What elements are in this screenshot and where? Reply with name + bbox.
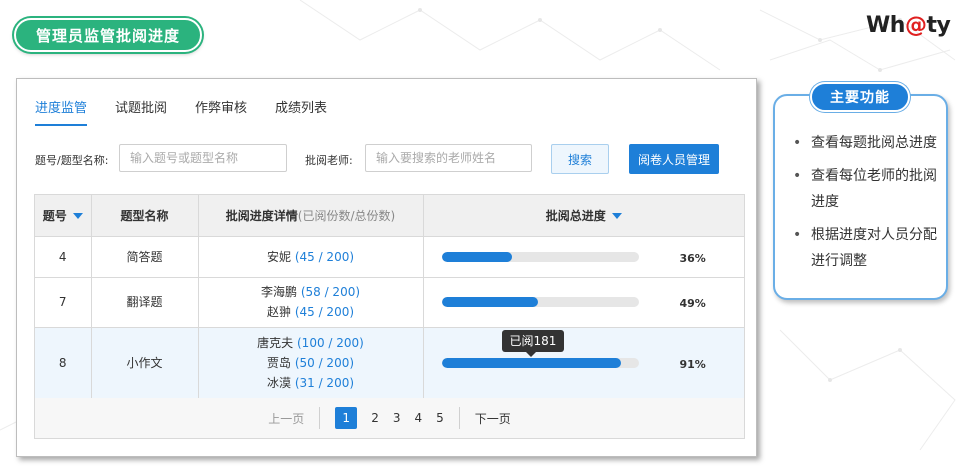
teacher-name: 冰漠 <box>266 375 291 390</box>
total-progress-cell: 49% <box>423 277 744 328</box>
sort-caret-icon[interactable] <box>611 213 622 220</box>
page-title: 管理员监管批阅进度 <box>14 18 202 52</box>
table-row: 7 翻译题 李海鹏 (58 / 200) 赵翀 (45 / 200) 49% <box>35 277 744 328</box>
progress-percent: 91% <box>679 357 706 371</box>
progress-bar <box>441 297 639 307</box>
teacher-line: 赵翀 (45 / 200) <box>199 302 423 322</box>
total-progress-cell: 36% <box>423 236 744 278</box>
progress-bar-fill <box>441 297 539 307</box>
header-progress-detail: 批阅进度详情(已阅份数/总份数) <box>198 195 424 237</box>
progress-table: 题号 题型名称 批阅进度详情(已阅份数/总份数) 批阅总进度 4 简答题 安妮 … <box>34 194 745 439</box>
teacher-count: (58 / 200) <box>300 285 361 299</box>
teacher-name: 李海鹏 <box>260 285 297 299</box>
header-total-label: 批阅总进度 <box>545 208 606 223</box>
teacher-name: 安妮 <box>266 249 291 264</box>
header-total-progress[interactable]: 批阅总进度 <box>423 195 744 237</box>
teacher-line: 安妮 (45 / 200) <box>199 247 423 267</box>
pagination: 上一页 1 2 3 4 5 下一页 <box>35 398 744 438</box>
teacher-filter-label: 批阅老师: <box>305 154 353 167</box>
page-number[interactable]: 2 <box>371 411 379 425</box>
total-progress-cell: 已阅181 91% <box>423 327 744 399</box>
tab-question-grading[interactable]: 试题批阅 <box>115 97 167 126</box>
pagination-divider <box>319 407 321 429</box>
teacher-detail-cell: 唐克夫 (100 / 200) 贾岛 (50 / 200) 冰漠 (31 / 2… <box>198 327 424 399</box>
teacher-count: (45 / 200) <box>294 305 355 319</box>
teacher-line: 李海鹏 (58 / 200) <box>199 282 423 302</box>
teacher-line: 贾岛 (50 / 200) <box>199 353 423 373</box>
question-search-input[interactable] <box>119 144 287 172</box>
progress-bar <box>441 251 639 262</box>
page-number-current[interactable]: 1 <box>335 407 358 429</box>
filter-row: 题号/题型名称: 批阅老师: 搜索 阅卷人员管理 <box>35 144 735 174</box>
teacher-name: 赵翀 <box>266 305 291 319</box>
teacher-detail-cell: 安妮 (45 / 200) <box>198 236 424 278</box>
teacher-line: 唐克夫 (100 / 200) <box>199 333 423 353</box>
teacher-name: 贾岛 <box>266 355 291 370</box>
teacher-line: 冰漠 (31 / 200) <box>199 373 423 393</box>
logo-text-ty: ty <box>926 12 951 38</box>
progress-percent: 49% <box>679 297 706 310</box>
whaty-logo: Wh @ ty <box>866 10 951 40</box>
question-number-cell: 8 <box>35 327 92 399</box>
teacher-count: (31 / 200) <box>294 375 355 390</box>
progress-bar-fill <box>441 251 513 262</box>
question-number-cell: 7 <box>35 277 92 328</box>
teacher-count: (50 / 200) <box>294 355 355 370</box>
page-number[interactable]: 5 <box>436 411 444 425</box>
progress-bar[interactable] <box>441 357 639 368</box>
progress-tooltip: 已阅181 <box>501 329 565 357</box>
question-number-cell: 4 <box>35 236 92 278</box>
question-type-cell: 简答题 <box>91 236 199 278</box>
progress-percent: 36% <box>679 251 706 265</box>
table-row-highlighted: 8 小作文 唐克夫 (100 / 200) 贾岛 (50 / 200) 冰漠 (… <box>35 327 744 399</box>
tab-score-list[interactable]: 成绩列表 <box>275 97 327 126</box>
pagination-divider <box>458 407 460 429</box>
next-page-link[interactable]: 下一页 <box>475 410 511 427</box>
feature-item: 根据进度对人员分配进行调整 <box>793 222 943 274</box>
tab-cheating-review[interactable]: 作弊审核 <box>195 97 247 126</box>
table-header-row: 题号 题型名称 批阅进度详情(已阅份数/总份数) 批阅总进度 <box>35 195 744 237</box>
tab-bar: 进度监管 试题批阅 作弊审核 成绩列表 <box>35 97 355 126</box>
grading-progress-panel: 进度监管 试题批阅 作弊审核 成绩列表 题号/题型名称: 批阅老师: 搜索 阅卷… <box>16 78 757 457</box>
feature-item: 查看每位老师的批阅进度 <box>793 163 943 215</box>
teacher-detail-cell: 李海鹏 (58 / 200) 赵翀 (45 / 200) <box>198 277 424 328</box>
header-question-type: 题型名称 <box>91 195 199 237</box>
page-number[interactable]: 4 <box>415 411 423 425</box>
logo-text-wh: Wh <box>866 12 905 38</box>
header-num-label: 题号 <box>42 208 67 223</box>
teacher-search-input[interactable] <box>365 144 532 172</box>
teacher-name: 唐克夫 <box>257 335 294 350</box>
feature-list: 查看每题批阅总进度 查看每位老师的批阅进度 根据进度对人员分配进行调整 <box>793 130 943 281</box>
logo-at-sign: @ <box>904 12 927 38</box>
page-number[interactable]: 3 <box>393 411 401 425</box>
tab-progress-monitor[interactable]: 进度监管 <box>35 97 88 126</box>
feature-item: 查看每题批阅总进度 <box>793 130 943 156</box>
feature-callout-title: 主要功能 <box>810 82 910 112</box>
teacher-count: (45 / 200) <box>294 249 355 264</box>
question-filter-label: 题号/题型名称: <box>35 154 109 167</box>
prev-page-link[interactable]: 上一页 <box>268 410 304 427</box>
feature-callout: 查看每题批阅总进度 查看每位老师的批阅进度 根据进度对人员分配进行调整 <box>773 94 948 300</box>
search-button[interactable]: 搜索 <box>551 144 609 174</box>
sort-caret-icon[interactable] <box>72 213 83 220</box>
question-type-cell: 翻译题 <box>91 277 199 328</box>
teacher-count: (100 / 200) <box>297 335 364 350</box>
header-question-number[interactable]: 题号 <box>35 195 92 237</box>
header-detail-label: 批阅进度详情 <box>225 208 298 223</box>
grader-management-button[interactable]: 阅卷人员管理 <box>629 144 719 174</box>
table-row: 4 简答题 安妮 (45 / 200) 36% <box>35 236 744 278</box>
progress-bar-fill <box>441 357 621 368</box>
header-detail-sublabel: (已阅份数/总份数) <box>297 208 396 223</box>
question-type-cell: 小作文 <box>91 327 199 399</box>
